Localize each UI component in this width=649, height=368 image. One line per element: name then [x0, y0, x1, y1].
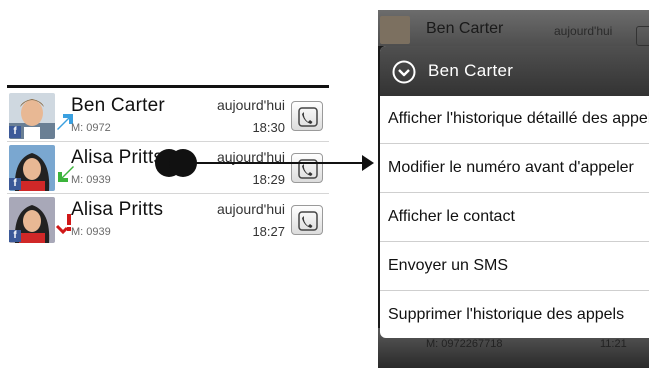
phone-number: M: 0939	[71, 226, 111, 238]
contact-name: Alisa Pritts	[71, 147, 164, 168]
contact-photo	[380, 16, 410, 44]
call-log-row[interactable]: f Ben Carter M: 0972 aujourd'hui 18:30	[7, 90, 329, 142]
menu-item-label: Afficher le contact	[388, 208, 515, 225]
call-time: 18:27	[252, 224, 285, 239]
call-back-button[interactable]	[291, 101, 323, 131]
arrow-head-icon	[362, 155, 374, 171]
menu-item-label: Supprimer l'historique des appels	[388, 306, 625, 323]
contact-name: Ben Carter	[426, 20, 504, 37]
menu-item-edit-number-before-call[interactable]: Modifier le numéro avant d'appeler	[380, 145, 649, 193]
call-log-row[interactable]: f Alisa Pritts M: 0939 aujourd'hui 18:27	[7, 194, 329, 246]
phone-number: M: 0972267718	[426, 338, 503, 350]
context-menu-header: Ben Carter	[380, 46, 649, 96]
phone-number: M: 0939	[71, 174, 111, 186]
phone-number: M: 0972	[71, 122, 111, 134]
call-time: 11:21	[600, 338, 627, 350]
menu-item-view-contact[interactable]: Afficher le contact	[380, 194, 649, 242]
menu-item-send-sms[interactable]: Envoyer un SMS	[380, 243, 649, 291]
facebook-icon: f	[9, 230, 21, 242]
call-date: aujourd'hui	[216, 97, 285, 113]
phone-handset-icon	[298, 107, 318, 127]
call-back-button	[636, 26, 649, 46]
menu-item-delete-call-history[interactable]: Supprimer l'historique des appels	[380, 292, 649, 338]
call-date: aujourd'hui	[216, 201, 285, 217]
long-press-touch-marker	[155, 149, 197, 177]
menu-item-view-call-history[interactable]: Afficher l'historique détaillé des appel…	[380, 96, 649, 144]
context-menu: Ben Carter Afficher l'historique détaill…	[380, 46, 649, 338]
call-time: 18:30	[252, 120, 285, 135]
background-call-row: Ben Carter aujourd'hui	[378, 10, 649, 46]
phone-screen: Ben Carter aujourd'hui M: 0972267718 11:…	[378, 10, 649, 368]
facebook-icon: f	[9, 178, 21, 190]
call-time: 18:29	[252, 172, 285, 187]
contact-name: Alisa Pritts	[71, 199, 164, 220]
menu-item-label: Envoyer un SMS	[388, 257, 509, 274]
menu-item-label: Modifier le numéro avant d'appeler	[388, 159, 634, 176]
context-menu-title: Ben Carter	[428, 61, 514, 80]
facebook-icon: f	[9, 126, 21, 138]
menu-item-label: Afficher l'historique détaillé des appel…	[388, 110, 649, 127]
call-date: aujourd'hui	[554, 24, 613, 38]
call-back-button[interactable]	[291, 205, 323, 235]
transition-arrow	[195, 162, 370, 164]
contact-name: Ben Carter	[71, 95, 165, 116]
call-back-button[interactable]	[291, 153, 323, 183]
phone-handset-icon	[298, 211, 318, 231]
chevron-down-circle-icon	[392, 60, 416, 84]
